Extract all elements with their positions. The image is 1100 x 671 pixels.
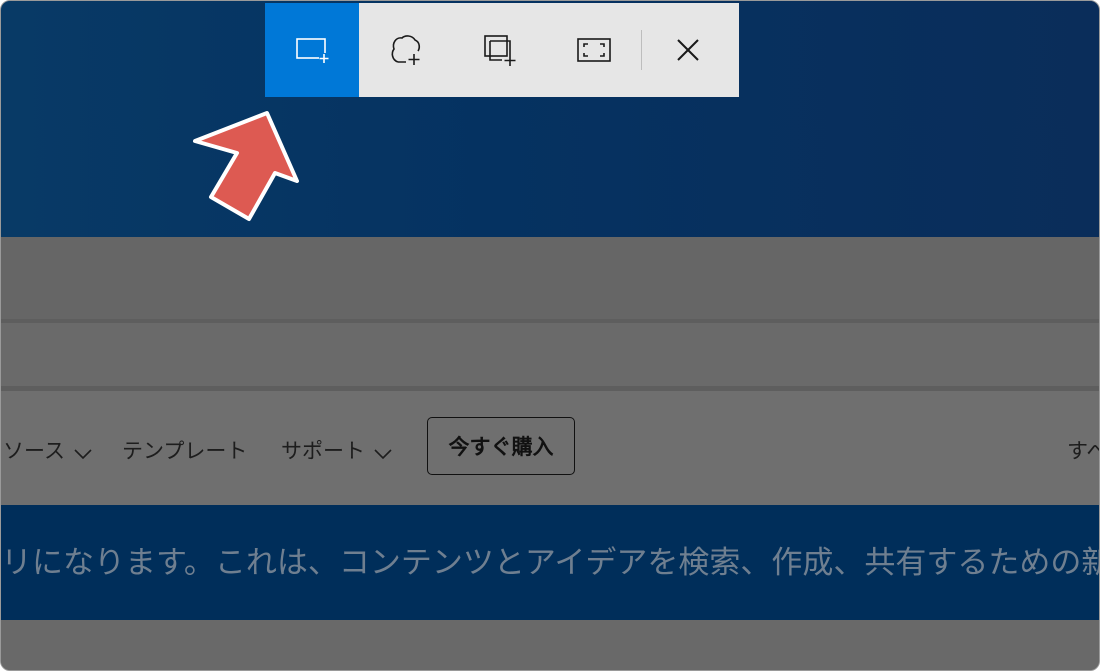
nav-item-label: テンプレート xyxy=(122,439,248,463)
fullscreen-snip-button[interactable] xyxy=(547,3,641,97)
freeform-snip-button[interactable] xyxy=(359,3,453,97)
rectangle-snip-icon xyxy=(296,38,329,63)
screen-frame: ソース テンプレート サポート 今すぐ購入 すべ リになります。これは、コンテン… xyxy=(0,0,1100,671)
freeform-snip-icon xyxy=(391,35,421,65)
snip-toolbar xyxy=(265,3,739,97)
window-snip-icon xyxy=(484,35,516,66)
close-snip-button[interactable] xyxy=(642,3,734,97)
banner-text: リになります。これは、コンテンツとアイデアを検索、作成、共有するための新 xyxy=(1,545,1100,581)
fullscreen-snip-icon xyxy=(577,38,611,62)
nav-item-support[interactable]: サポート xyxy=(281,435,393,465)
dimmed-header-band xyxy=(1,237,1099,319)
nav-item-label: ソース xyxy=(3,439,65,463)
nav-item-sources[interactable]: ソース xyxy=(3,435,93,465)
buy-now-button[interactable]: 今すぐ購入 xyxy=(427,417,575,475)
pointer-arrow-icon xyxy=(193,111,299,221)
nav-item-templates[interactable]: テンプレート xyxy=(122,435,247,465)
site-nav: ソース テンプレート サポート 今すぐ購入 すべ xyxy=(1,391,1099,505)
nav-item-label: サポート xyxy=(281,439,365,463)
window-snip-button[interactable] xyxy=(453,3,547,97)
info-banner: リになります。これは、コンテンツとアイデアを検索、作成、共有するための新 xyxy=(1,505,1099,620)
close-icon xyxy=(677,39,699,61)
chevron-down-icon xyxy=(74,449,92,460)
rectangular-snip-button[interactable] xyxy=(265,3,359,97)
nav-item-all[interactable]: すべ xyxy=(1067,435,1099,465)
dimmed-footer-band xyxy=(1,620,1099,670)
chevron-down-icon xyxy=(374,449,392,460)
dimmed-search-band xyxy=(1,319,1099,391)
nav-item-label: すべ xyxy=(1067,439,1099,463)
